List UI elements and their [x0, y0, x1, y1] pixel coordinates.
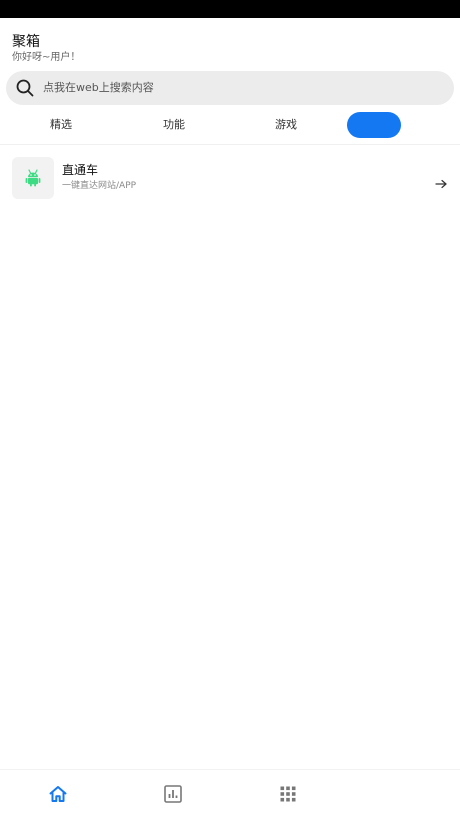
- home-icon[interactable]: [48, 784, 68, 804]
- search-icon: [16, 79, 34, 97]
- arrow-right-icon[interactable]: [434, 178, 448, 190]
- tab-games[interactable]: 游戏: [256, 112, 316, 138]
- item-description: 一键直达网站/APP: [62, 181, 137, 191]
- app-title: 聚箱: [12, 34, 40, 50]
- tab-featured[interactable]: 精选: [31, 112, 91, 138]
- list-item[interactable]: 直通车 一键直达网站/APP: [0, 152, 460, 204]
- greeting-text: 你好呀~用户！: [12, 52, 81, 63]
- chart-icon[interactable]: [163, 784, 183, 804]
- bottom-navigation: [0, 770, 460, 819]
- item-icon-container: [12, 157, 54, 199]
- search-bar[interactable]: 点我在web上搜索内容: [6, 71, 454, 105]
- search-placeholder: 点我在web上搜索内容: [43, 81, 154, 94]
- item-title: 直通车: [62, 163, 99, 177]
- grid-icon[interactable]: [278, 784, 298, 804]
- tab-more[interactable]: 更多: [347, 112, 401, 138]
- status-bar: [0, 0, 460, 18]
- tab-more-label: 更多: [351, 112, 401, 138]
- tabs-divider: [0, 144, 460, 145]
- android-icon: [25, 169, 41, 187]
- category-tabs: 精选 功能 游戏 更多: [0, 112, 460, 140]
- tab-functions[interactable]: 功能: [144, 112, 204, 138]
